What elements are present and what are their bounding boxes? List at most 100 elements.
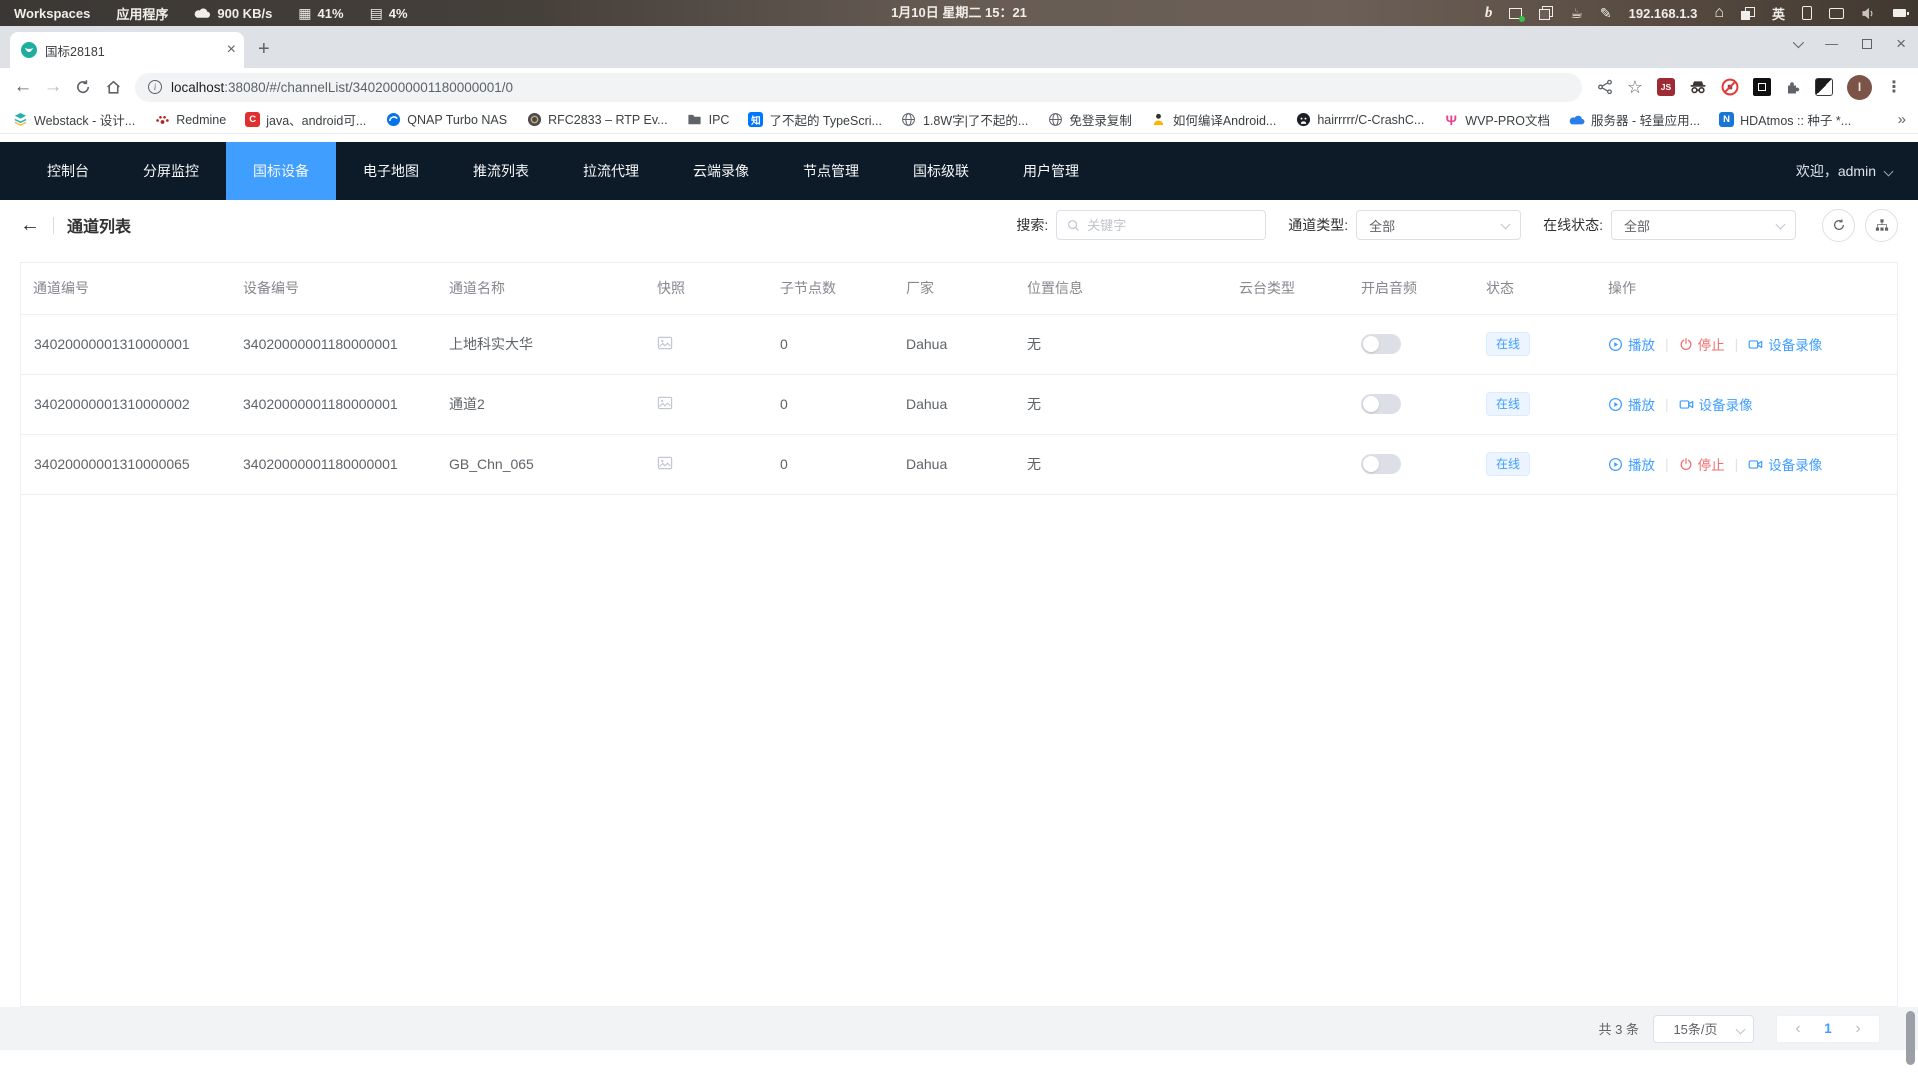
bookmark-star-icon[interactable]: ☆ bbox=[1627, 77, 1643, 98]
js-extension-icon[interactable]: JS bbox=[1657, 78, 1675, 96]
bookmark-webstack[interactable]: Webstack - 设计... bbox=[12, 110, 135, 129]
tab-close-icon[interactable]: × bbox=[227, 42, 236, 58]
bookmark-github[interactable]: hairrrrr/C-CrashC... bbox=[1295, 112, 1424, 128]
stop-button[interactable]: 停止 bbox=[1679, 334, 1725, 354]
image-placeholder-icon[interactable] bbox=[657, 395, 673, 411]
bing-icon[interactable]: b bbox=[1485, 5, 1493, 22]
window-switcher-icon[interactable] bbox=[1741, 7, 1755, 20]
nav-item[interactable]: 节点管理 bbox=[776, 142, 886, 200]
chrome-bottom-gap bbox=[0, 134, 1918, 142]
nav-item[interactable]: 用户管理 bbox=[996, 142, 1106, 200]
audio-toggle[interactable] bbox=[1361, 394, 1401, 414]
stop-button[interactable]: 停止 bbox=[1679, 454, 1725, 474]
share-icon[interactable] bbox=[1597, 79, 1613, 95]
audio-toggle[interactable] bbox=[1361, 334, 1401, 354]
nav-item[interactable]: 国标级联 bbox=[886, 142, 996, 200]
forward-button[interactable]: → bbox=[38, 76, 68, 98]
nav-item[interactable]: 推流列表 bbox=[446, 142, 556, 200]
bookmark-android-build[interactable]: 如何编译Android... bbox=[1151, 110, 1277, 129]
nav-item[interactable]: 国标设备 bbox=[226, 142, 336, 200]
device-record-button[interactable]: 设备录像 bbox=[1679, 394, 1753, 414]
input-method-indicator[interactable]: 英 bbox=[1772, 4, 1785, 23]
extensions-puzzle-icon[interactable] bbox=[1785, 79, 1801, 95]
current-page-button[interactable]: 1 bbox=[1813, 1021, 1843, 1036]
applications-button[interactable]: 应用程序 bbox=[116, 4, 168, 23]
profile-avatar[interactable]: I bbox=[1847, 75, 1872, 100]
incognito-extension-icon[interactable] bbox=[1689, 78, 1707, 96]
site-info-icon[interactable]: i bbox=[148, 80, 162, 94]
table-footer: 共 3 条 15条/页 ‹ 1 › bbox=[0, 1007, 1918, 1050]
screenshot-extension-icon[interactable] bbox=[1753, 78, 1771, 96]
chevron-down-icon bbox=[1501, 220, 1511, 230]
bookmark-rfc2833[interactable]: RFC2833 – RTP Ev... bbox=[526, 112, 668, 128]
scrollbar-thumb[interactable] bbox=[1906, 1011, 1915, 1065]
nav-item[interactable]: 拉流代理 bbox=[556, 142, 666, 200]
page-size-select[interactable]: 15条/页 bbox=[1653, 1015, 1754, 1043]
bookmark-zhihu[interactable]: 知 了不起的 TypeScri... bbox=[748, 110, 882, 129]
nav-item[interactable]: 控制台 bbox=[20, 142, 116, 200]
battery-icon[interactable] bbox=[1893, 9, 1906, 17]
bookmarks-overflow-chevron[interactable]: » bbox=[1898, 111, 1906, 128]
bookmark-wvp-doc[interactable]: Ψ WVP-PRO文档 bbox=[1443, 110, 1550, 129]
device-record-button[interactable]: 设备录像 bbox=[1748, 334, 1822, 354]
bookmark-hdatmos[interactable]: N HDAtmos :: 种子 *... bbox=[1719, 110, 1851, 129]
back-arrow-icon[interactable]: ← bbox=[20, 215, 40, 235]
window-minimize-icon[interactable]: — bbox=[1825, 37, 1838, 50]
next-page-button[interactable]: › bbox=[1843, 1021, 1873, 1037]
play-button[interactable]: 播放 bbox=[1608, 394, 1655, 414]
cell-actions: 播放 | 设备录像 bbox=[1596, 374, 1897, 434]
bookmark-copy-free[interactable]: 免登录复制 bbox=[1047, 110, 1132, 129]
prev-page-button[interactable]: ‹ bbox=[1783, 1021, 1813, 1037]
audio-toggle[interactable] bbox=[1361, 454, 1401, 474]
refresh-button[interactable] bbox=[1822, 209, 1855, 242]
volume-icon[interactable] bbox=[1861, 7, 1876, 20]
darkreader-extension-icon[interactable] bbox=[1815, 78, 1833, 96]
bookmark-tencent-cloud[interactable]: 服务器 - 轻量应用... bbox=[1569, 110, 1700, 129]
menu-kebab-icon[interactable]: ⋮ bbox=[1886, 77, 1902, 97]
action-separator: | bbox=[1665, 456, 1669, 472]
home-button[interactable] bbox=[98, 79, 128, 96]
nav-item[interactable]: 电子地图 bbox=[336, 142, 446, 200]
cell-audio bbox=[1349, 314, 1474, 374]
nav-item[interactable]: 分屏监控 bbox=[116, 142, 226, 200]
back-button[interactable]: ← bbox=[8, 76, 38, 98]
clipboard-icon[interactable] bbox=[1539, 6, 1553, 20]
adblock-extension-icon[interactable] bbox=[1721, 78, 1739, 96]
bookmark-csdn[interactable]: C java、android可... bbox=[245, 110, 366, 129]
reload-button[interactable] bbox=[68, 79, 98, 95]
bookmark-qnap[interactable]: QNAP Turbo NAS bbox=[385, 112, 507, 128]
bookmark-ipc-folder[interactable]: IPC bbox=[687, 112, 730, 128]
home-icon bbox=[105, 79, 122, 96]
home-tray-icon[interactable]: ⌂ bbox=[1714, 5, 1724, 21]
new-tab-button[interactable]: + bbox=[258, 39, 270, 59]
tab-search-chevron-icon[interactable] bbox=[1793, 36, 1804, 47]
window-close-icon[interactable]: × bbox=[1896, 35, 1906, 52]
image-placeholder-icon[interactable] bbox=[657, 335, 673, 351]
nav-item[interactable]: 云端录像 bbox=[666, 142, 776, 200]
device-record-button[interactable]: 设备录像 bbox=[1748, 454, 1822, 474]
ip-address-indicator[interactable]: 192.168.1.3 bbox=[1629, 6, 1698, 21]
workspaces-button[interactable]: Workspaces bbox=[14, 6, 90, 21]
cell-ptz-type bbox=[1227, 314, 1349, 374]
phone-icon[interactable] bbox=[1802, 6, 1812, 20]
user-menu[interactable]: 欢迎，admin bbox=[1796, 161, 1892, 181]
play-button[interactable]: 播放 bbox=[1608, 334, 1655, 354]
bookmark-article-1[interactable]: 1.8W字|了不起的... bbox=[901, 110, 1028, 129]
bookmark-redmine[interactable]: Redmine bbox=[154, 112, 226, 128]
color-picker-icon[interactable]: ✎ bbox=[1600, 6, 1612, 20]
search-box[interactable] bbox=[1056, 210, 1266, 240]
search-input[interactable] bbox=[1087, 218, 1255, 233]
browser-tab[interactable]: 国标28181 × bbox=[10, 32, 244, 68]
display-icon[interactable] bbox=[1829, 8, 1844, 19]
address-bar[interactable]: i localhost:38080/#/channelList/34020000… bbox=[135, 73, 1582, 102]
image-placeholder-icon[interactable] bbox=[657, 455, 673, 471]
screenshot-tool-icon[interactable] bbox=[1509, 8, 1522, 19]
window-maximize-icon[interactable] bbox=[1862, 39, 1872, 49]
tree-view-button[interactable] bbox=[1865, 209, 1898, 242]
channel-type-select[interactable]: 全部 bbox=[1356, 210, 1521, 240]
coffee-caffeine-icon[interactable]: ☕ bbox=[1570, 6, 1583, 20]
play-button[interactable]: 播放 bbox=[1608, 454, 1655, 474]
cell-status: 在线 bbox=[1474, 374, 1596, 434]
clock[interactable]: 1月10日 星期二 15：21 bbox=[891, 0, 1027, 26]
online-status-select[interactable]: 全部 bbox=[1611, 210, 1796, 240]
